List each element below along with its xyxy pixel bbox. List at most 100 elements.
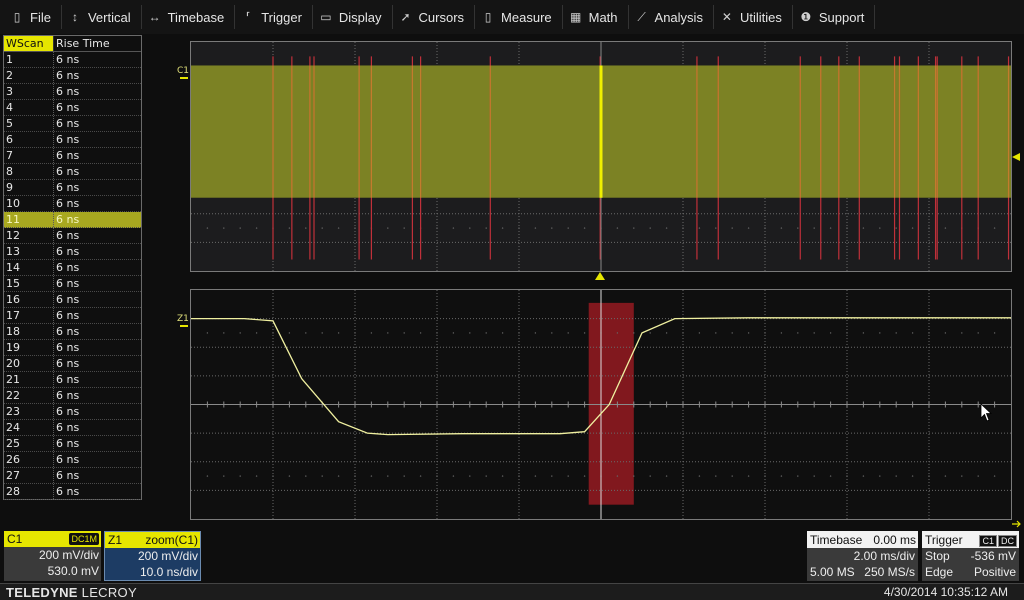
rise-time-cell: 6 ns bbox=[56, 85, 80, 98]
grid-dot bbox=[223, 227, 225, 229]
rise-time-cell: 6 ns bbox=[56, 309, 80, 322]
table-row[interactable]: 20 6 ns bbox=[4, 356, 141, 372]
rise-time-cell: 6 ns bbox=[56, 245, 80, 258]
table-row[interactable]: 36 ns bbox=[4, 84, 141, 100]
grid-dot bbox=[715, 227, 717, 229]
table-row[interactable]: 16 6 ns bbox=[4, 292, 141, 308]
c1-offset-marker[interactable] bbox=[180, 77, 188, 79]
table-row[interactable]: 27 6 ns bbox=[4, 468, 141, 484]
table-row[interactable]: 46 ns bbox=[4, 100, 141, 116]
menu-file[interactable]: ▯ File bbox=[4, 5, 62, 29]
c1-offset: 530.0 mV bbox=[47, 564, 99, 578]
z1-trace-label: Z1 bbox=[177, 314, 189, 324]
z1-offset-marker[interactable] bbox=[180, 325, 188, 327]
ruler-icon: ▯ bbox=[484, 10, 492, 24]
timebase-samples: 5.00 MS bbox=[810, 565, 855, 579]
menu-utilities[interactable]: ✕ Utilities bbox=[714, 5, 793, 29]
menu-display[interactable]: ▭ Display bbox=[313, 5, 393, 29]
grid-dot bbox=[862, 227, 865, 229]
rise-time-cell: 6 ns bbox=[56, 277, 80, 290]
grid-dot bbox=[665, 475, 668, 477]
table-row[interactable]: 26 6 ns bbox=[4, 452, 141, 468]
table-row[interactable]: 24 6 ns bbox=[4, 420, 141, 436]
table-row[interactable]: 66 ns bbox=[4, 132, 141, 148]
grid-dot bbox=[780, 332, 783, 334]
menu-support[interactable]: ❶ Support bbox=[793, 5, 876, 29]
table-row[interactable]: 17 6 ns bbox=[4, 308, 141, 324]
menu-trigger[interactable]: ⸢ Trigger bbox=[235, 5, 313, 29]
trigger-descriptor[interactable]: Trigger C1 DC Stop -536 mV Edge Positive bbox=[922, 531, 1019, 581]
table-row[interactable]: 28 6 ns bbox=[4, 484, 141, 500]
table-row[interactable]: 13 6 ns bbox=[4, 244, 141, 260]
grid-dot bbox=[321, 227, 323, 229]
grid-dot bbox=[928, 332, 930, 334]
rise-time-cell: 6 ns bbox=[56, 341, 80, 354]
grid-dot bbox=[944, 475, 947, 477]
zoom-waveform-plot bbox=[191, 290, 1011, 519]
menu-label: Vertical bbox=[87, 9, 131, 25]
grid-dot bbox=[567, 227, 569, 229]
rise-time-cell: 6 ns bbox=[56, 229, 80, 242]
menu-measure[interactable]: ▯ Measure bbox=[475, 5, 563, 29]
header-rise-time[interactable]: Rise Time bbox=[54, 36, 141, 51]
header-wscan[interactable]: WScan bbox=[4, 36, 54, 51]
scroll-right-arrow-icon[interactable] bbox=[1012, 520, 1022, 528]
table-header: WScan Rise Time bbox=[4, 36, 141, 52]
grid-dot bbox=[403, 475, 405, 477]
table-row[interactable]: 76 ns bbox=[4, 148, 141, 164]
grid-dot bbox=[501, 332, 504, 334]
menu-cursors[interactable]: ➚ Cursors bbox=[393, 5, 476, 29]
menu-label: Support bbox=[818, 9, 865, 25]
grid-dot bbox=[354, 475, 356, 477]
menu-vertical[interactable]: ↕ Vertical bbox=[62, 5, 142, 29]
upper-waveform-grid[interactable] bbox=[190, 41, 1012, 272]
grid-dot bbox=[354, 332, 356, 334]
rise-time-cell: 6 ns bbox=[56, 117, 80, 130]
trigger-position-marker-icon[interactable] bbox=[595, 272, 605, 281]
grid-dot bbox=[452, 332, 455, 334]
wscan-cell: 2 bbox=[4, 68, 54, 83]
grid-dot bbox=[993, 227, 996, 229]
table-row[interactable]: 12 6 ns bbox=[4, 228, 141, 244]
table-row[interactable]: 15 6 ns bbox=[4, 276, 141, 292]
z1-tdiv: 10.0 ns/div bbox=[139, 565, 198, 579]
grid-dot bbox=[862, 332, 865, 334]
menu-math[interactable]: ▦ Math bbox=[563, 5, 629, 29]
grid-dot bbox=[944, 227, 947, 229]
grid-dot bbox=[551, 475, 553, 477]
table-row[interactable]: 56 ns bbox=[4, 116, 141, 132]
table-row[interactable]: 16 ns bbox=[4, 52, 141, 68]
table-row[interactable]: 26 ns bbox=[4, 68, 141, 84]
c1-trace-label: C1 bbox=[177, 66, 190, 76]
table-row[interactable]: 25 6 ns bbox=[4, 436, 141, 452]
rise-time-cell: 6 ns bbox=[56, 53, 80, 66]
table-row[interactable]: 11 6 ns bbox=[4, 212, 141, 228]
z1-channel-descriptor[interactable]: Z1 zoom(C1) 200 mV/div 10.0 ns/div bbox=[104, 531, 201, 581]
table-row[interactable]: 22 6 ns bbox=[4, 388, 141, 404]
lower-zoom-grid[interactable] bbox=[190, 289, 1012, 520]
timebase-descriptor[interactable]: Timebase 0.00 ms 2.00 ms/div 5.00 MS 250 M… bbox=[807, 531, 918, 581]
z1-name: Z1 bbox=[108, 533, 123, 547]
grid-dot bbox=[436, 227, 438, 229]
grid-dot bbox=[485, 475, 487, 477]
table-row[interactable]: 14 6 ns bbox=[4, 260, 141, 276]
grid-dot bbox=[961, 475, 963, 477]
table-row[interactable]: 23 6 ns bbox=[4, 404, 141, 420]
menu-label: Math bbox=[588, 9, 618, 25]
table-row[interactable]: 21 6 ns bbox=[4, 372, 141, 388]
table-row[interactable]: 19 6 ns bbox=[4, 340, 141, 356]
table-row[interactable]: 96 ns bbox=[4, 180, 141, 196]
timebase-label: Timebase bbox=[810, 532, 863, 547]
trigger-level-marker-icon[interactable] bbox=[1012, 152, 1024, 162]
table-row[interactable]: 86 ns bbox=[4, 164, 141, 180]
c1-channel-descriptor[interactable]: C1 DC1M 200 mV/div 530.0 mV bbox=[4, 531, 101, 581]
grid-dot bbox=[534, 227, 537, 229]
wscan-cell: 10 bbox=[4, 196, 54, 211]
wscan-cell: 17 bbox=[4, 308, 54, 323]
grid-dot bbox=[747, 475, 750, 477]
table-row[interactable]: 10 6 ns bbox=[4, 196, 141, 212]
table-row[interactable]: 18 6 ns bbox=[4, 324, 141, 340]
menu-analysis[interactable]: ⟋ Analysis bbox=[629, 5, 714, 29]
menu-label: File bbox=[30, 9, 51, 25]
menu-timebase[interactable]: ↔ Timebase bbox=[142, 5, 236, 29]
